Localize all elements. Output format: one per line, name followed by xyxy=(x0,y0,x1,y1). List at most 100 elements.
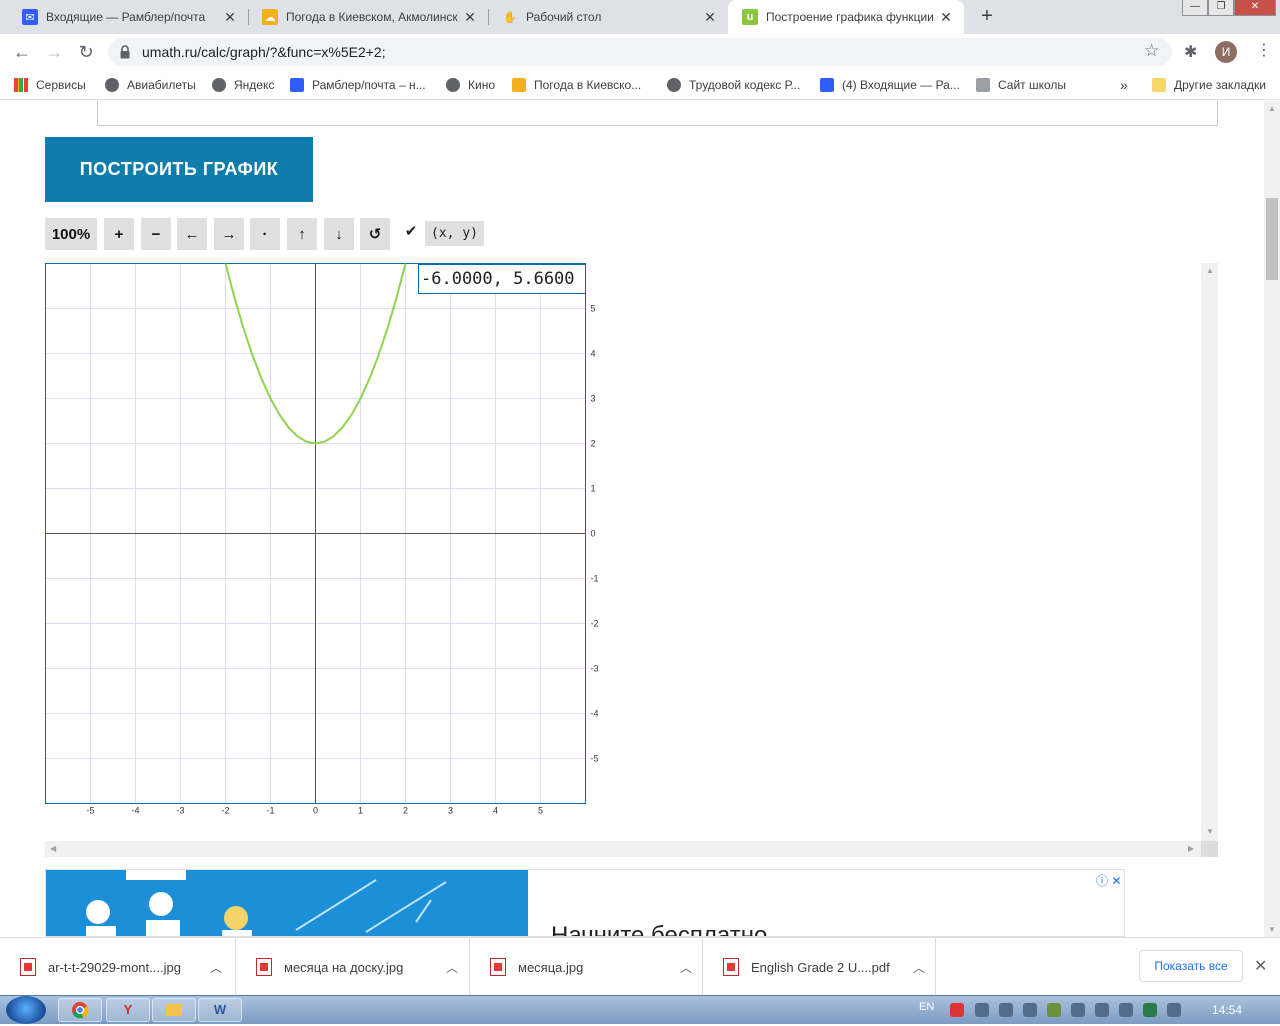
yandex-browser-icon[interactable]: Y xyxy=(106,998,150,1022)
ad-choices-icon[interactable]: ⓘ ✕ xyxy=(1096,872,1121,889)
scroll-right-icon[interactable]: ▶ xyxy=(1188,844,1194,853)
other-bookmarks[interactable]: Другие закладки xyxy=(1152,77,1266,93)
graph-canvas[interactable]: -5 -4 -3 -2 -1 0 1 2 3 4 5 -5 -4 -3 -2 -1 0 1 2 3 4 5 xyxy=(45,263,1201,841)
close-tab-icon[interactable]: ✕ xyxy=(222,9,238,25)
chevron-up-icon[interactable]: ︿ xyxy=(680,959,692,976)
bookmark-star-icon[interactable]: ☆ xyxy=(1144,41,1159,61)
forward-icon[interactable]: → xyxy=(42,40,66,64)
word-icon[interactable]: W xyxy=(198,998,242,1022)
pan-right-button[interactable]: → xyxy=(214,218,244,250)
ad-illustration[interactable] xyxy=(46,870,528,936)
back-icon[interactable]: ← xyxy=(10,40,34,64)
page-scrollbar-thumb[interactable] xyxy=(1266,198,1278,280)
pan-down-button[interactable]: ↓ xyxy=(324,218,354,250)
show-all-downloads-button[interactable]: Показать все xyxy=(1139,950,1243,982)
url-text[interactable]: umath.ru/calc/graph/?&func=x%5E2+2; xyxy=(142,44,386,60)
bookmark-label: Кино xyxy=(468,78,495,92)
pdf-icon xyxy=(723,958,739,976)
close-tab-icon[interactable]: ✕ xyxy=(462,9,478,25)
download-item[interactable]: ar-t-t-29029-mont....jpg ︿ xyxy=(0,938,236,996)
y-tick-label: 4 xyxy=(591,349,596,359)
umath-icon: u xyxy=(742,9,758,25)
scroll-up-icon[interactable]: ▲ xyxy=(1206,266,1214,275)
bookmark-label: Рамблер/почта – н... xyxy=(312,78,426,92)
graph-horizontal-scrollbar[interactable] xyxy=(45,841,1201,857)
close-icon[interactable]: ✕ xyxy=(1254,956,1267,976)
bookmark-rambler[interactable]: Рамблер/почта – н... xyxy=(290,77,426,93)
tray-app-icon[interactable] xyxy=(1023,1003,1037,1017)
y-tick-label: 5 xyxy=(591,304,596,314)
download-item[interactable]: месяца.jpg ︿ xyxy=(470,938,703,996)
tray-app-icon[interactable] xyxy=(1071,1003,1085,1017)
tab-umath-graph[interactable]: u Построение графика функции о ✕ xyxy=(728,0,964,34)
windows-taskbar: Y W EN 14:54 xyxy=(0,995,1280,1024)
scroll-left-icon[interactable]: ◀ xyxy=(50,844,56,853)
reload-icon[interactable]: ↻ xyxy=(74,40,98,64)
close-window-button[interactable]: ✕ xyxy=(1234,0,1276,16)
pan-up-button[interactable]: ↑ xyxy=(287,218,317,250)
new-tab-button[interactable]: + xyxy=(976,6,998,28)
tray-app-icon[interactable] xyxy=(1047,1003,1061,1017)
chrome-taskbar-icon[interactable] xyxy=(58,998,102,1022)
download-item[interactable]: месяца на доску.jpg ︿ xyxy=(236,938,470,996)
bookmark-school[interactable]: Сайт школы xyxy=(976,77,1066,93)
function-input[interactable] xyxy=(97,101,1218,126)
coordinates-toggle[interactable]: (x, y) xyxy=(425,221,484,246)
menu-icon[interactable]: ⋮ xyxy=(1256,40,1272,60)
language-indicator[interactable]: EN xyxy=(919,1001,934,1013)
tab-weather[interactable]: ☁ Погода в Киевском, Акмолинск ✕ xyxy=(248,0,488,34)
zoom-reset-button[interactable]: 100% xyxy=(45,218,97,250)
close-tab-icon[interactable]: ✕ xyxy=(702,9,718,25)
start-button[interactable] xyxy=(6,996,46,1024)
chevron-up-icon[interactable]: ︿ xyxy=(913,959,925,976)
folder-icon xyxy=(1152,78,1166,92)
tray-app-icon[interactable] xyxy=(1143,1003,1157,1017)
y-tick-label: -3 xyxy=(591,664,599,674)
bookmarks-bar: Сервисы Авиабилеты Яндекс Рамблер/почта … xyxy=(0,70,1280,100)
ad-headline[interactable]: Начните бесплатно xyxy=(551,922,767,936)
zoom-out-button[interactable]: − xyxy=(141,218,171,250)
globe-icon xyxy=(105,78,119,92)
scroll-down-icon[interactable]: ▼ xyxy=(1268,925,1276,934)
close-tab-icon[interactable]: ✕ xyxy=(938,9,954,25)
network-icon[interactable] xyxy=(1119,1003,1133,1017)
bookmark-inbox[interactable]: (4) Входящие — Ра... xyxy=(820,77,960,93)
graph-vertical-scrollbar[interactable] xyxy=(1201,263,1218,841)
printer-icon[interactable] xyxy=(999,1003,1013,1017)
bookmark-kino[interactable]: Кино xyxy=(446,77,495,93)
y-tick-label: -1 xyxy=(591,574,599,584)
tab-strip: ✉ Входящие — Рамблер/почта ✕ ☁ Погода в … xyxy=(0,0,1280,34)
chevron-up-icon[interactable]: ︿ xyxy=(210,959,222,976)
tab-desktop[interactable]: ✋ Рабочий стол ✕ xyxy=(488,0,728,34)
bookmark-yandex[interactable]: Яндекс xyxy=(212,77,274,93)
tray-app-icon[interactable] xyxy=(950,1003,964,1017)
bookmark-services[interactable]: Сервисы xyxy=(14,77,86,93)
extensions-icon[interactable]: ✱ xyxy=(1184,42,1197,62)
center-button[interactable]: · xyxy=(250,218,280,250)
bookmark-avia[interactable]: Авиабилеты xyxy=(105,77,196,93)
advertisement-banner[interactable]: Начните бесплатно ⓘ ✕ xyxy=(45,869,1125,937)
file-explorer-icon[interactable] xyxy=(152,998,196,1022)
profile-avatar[interactable]: И xyxy=(1215,41,1237,63)
plot-graph-button[interactable]: ПОСТРОИТЬ ГРАФИК xyxy=(45,137,313,202)
tray-app-icon[interactable] xyxy=(975,1003,989,1017)
pan-left-button[interactable]: ← xyxy=(177,218,207,250)
bookmark-labor-code[interactable]: Трудовой кодекс Р... xyxy=(667,77,800,93)
tab-rambler-mail[interactable]: ✉ Входящие — Рамблер/почта ✕ xyxy=(8,0,248,34)
chevron-up-icon[interactable]: ︿ xyxy=(446,959,458,976)
tray-app-icon[interactable] xyxy=(1167,1003,1181,1017)
show-coordinates-checkbox[interactable]: ✔ xyxy=(403,224,419,240)
reset-button[interactable]: ↺ xyxy=(360,218,390,250)
taskbar-clock[interactable]: 14:54 xyxy=(1212,1003,1242,1017)
minimize-button[interactable]: — xyxy=(1182,0,1208,16)
x-tick-label: 1 xyxy=(358,806,363,816)
volume-icon[interactable] xyxy=(1095,1003,1109,1017)
restore-button[interactable]: ❐ xyxy=(1208,0,1234,16)
download-item[interactable]: English Grade 2 U....pdf ︿ xyxy=(703,938,936,996)
bookmarks-overflow-button[interactable]: » xyxy=(1120,77,1128,93)
bookmark-weather[interactable]: Погода в Киевско... xyxy=(512,77,641,93)
scroll-up-icon[interactable]: ▲ xyxy=(1268,104,1276,113)
scroll-down-icon[interactable]: ▼ xyxy=(1206,827,1214,836)
tab-title: Рабочий стол xyxy=(526,10,602,24)
zoom-in-button[interactable]: + xyxy=(104,218,134,250)
